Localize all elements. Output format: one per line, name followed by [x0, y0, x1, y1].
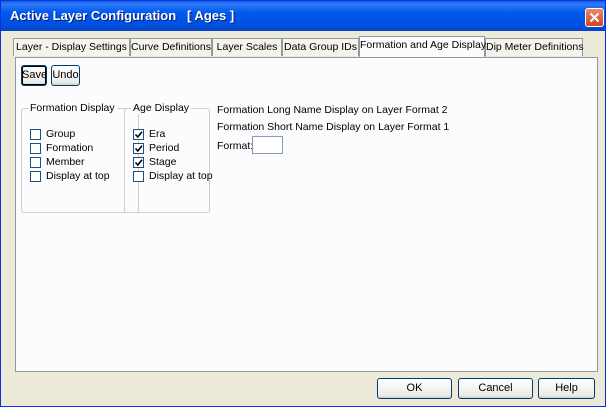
save-button[interactable]: Save [21, 65, 47, 86]
format-input[interactable] [252, 136, 283, 154]
checkbox-box[interactable] [30, 129, 41, 140]
tab-layer-scales[interactable]: Layer Scales [212, 38, 282, 56]
age-display-group: Age Display Era Period Stage Display at … [124, 102, 213, 213]
tab-panel: Save Undo Formation Display Group Format… [15, 57, 598, 372]
tab-curve-definitions[interactable]: Curve Definitions [130, 38, 212, 56]
dialog-window: Active Layer Configuration [ Ages ] Laye… [0, 0, 606, 407]
formation-display-legend: Formation Display [28, 102, 117, 114]
formation-display-group: Formation Display Group Formation Member… [21, 102, 139, 213]
checkbox-label: Formation [46, 142, 94, 154]
checkbox-box[interactable] [133, 143, 144, 154]
title-bar[interactable]: Active Layer Configuration [ Ages ] [1, 1, 605, 31]
checkbox-box[interactable] [133, 171, 144, 182]
checkbox-box[interactable] [30, 143, 41, 154]
tab-formation-and-age-display[interactable]: Formation and Age Display [359, 36, 486, 57]
checkmark-icon [134, 131, 143, 139]
checkbox-box[interactable] [30, 157, 41, 168]
checkbox-label: Member [46, 156, 85, 168]
help-button[interactable]: Help [538, 378, 595, 399]
checkbox-label: Group [46, 128, 76, 140]
checkbox-label: Period [149, 142, 180, 154]
ok-button[interactable]: OK [377, 378, 452, 399]
format-label: Format: [217, 140, 254, 152]
tab-data-group-ids[interactable]: Data Group IDs [282, 38, 359, 56]
tab-layer-display-settings[interactable]: Layer - Display Settings [13, 38, 130, 56]
cancel-button[interactable]: Cancel [458, 378, 533, 399]
checkbox-label: Stage [149, 156, 177, 168]
checkbox-box[interactable] [133, 157, 144, 168]
checkmark-icon [134, 159, 143, 167]
checkmark-icon [134, 145, 143, 153]
checkbox-box[interactable] [30, 171, 41, 182]
checkbox-label: Display at top [149, 170, 213, 182]
close-button[interactable] [585, 8, 604, 27]
checkbox-label: Display at top [46, 170, 110, 182]
formation-long-name-text: Formation Long Name Display on Layer For… [217, 104, 448, 116]
window-title: Active Layer Configuration [ Ages ] [10, 8, 235, 23]
age-display-legend: Age Display [131, 102, 192, 114]
formation-short-name-text: Formation Short Name Display on Layer Fo… [217, 121, 450, 133]
checkbox-label: Era [149, 128, 166, 140]
close-icon [589, 12, 600, 23]
undo-button[interactable]: Undo [51, 65, 80, 86]
tab-dip-meter-definitions[interactable]: Dip Meter Definitions [485, 38, 583, 56]
checkbox-box[interactable] [133, 129, 144, 140]
